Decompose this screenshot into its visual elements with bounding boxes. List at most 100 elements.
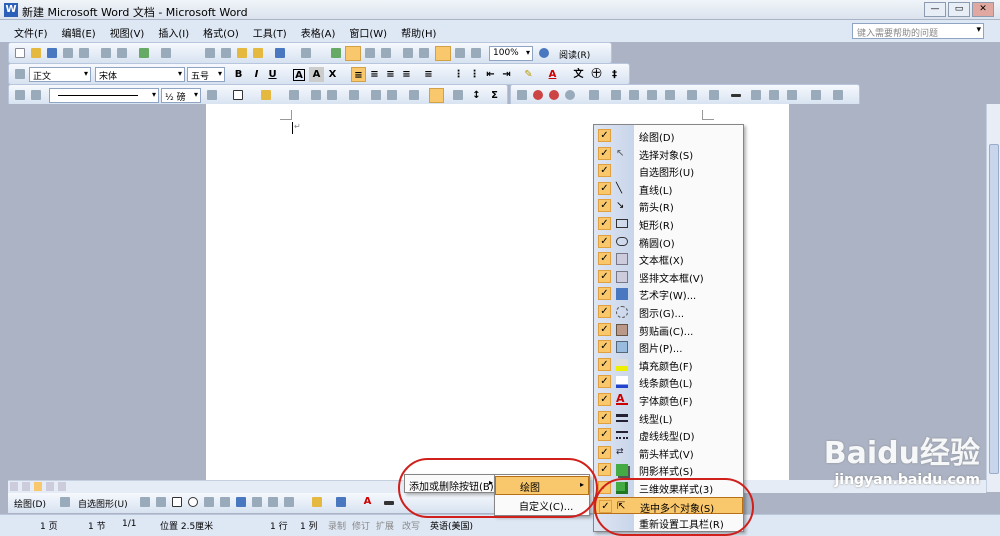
document-map-icon[interactable]: [455, 48, 465, 58]
crop-icon[interactable]: [611, 90, 621, 100]
line-style-select[interactable]: ▾: [49, 88, 159, 103]
menu-item-font-color[interactable]: ✓ A 字体颜色(F): [594, 391, 743, 409]
line-icon-tb[interactable]: [140, 497, 150, 507]
align-right-icon[interactable]: ≡: [383, 67, 398, 82]
zoom-select[interactable]: 100% ▾: [489, 46, 533, 61]
underline-icon[interactable]: U: [265, 67, 280, 82]
bold-icon[interactable]: B: [231, 67, 246, 82]
record-icon[interactable]: [533, 90, 543, 100]
web-view-icon[interactable]: [22, 482, 30, 491]
menu-help[interactable]: 帮助(H): [401, 25, 436, 40]
textbox-icon-tb[interactable]: [204, 497, 214, 507]
menu-window[interactable]: 窗口(W): [349, 25, 387, 40]
font-color-icon[interactable]: A: [545, 67, 560, 82]
status-ext[interactable]: 扩展: [376, 519, 394, 532]
menu-insert[interactable]: 插入(I): [158, 25, 189, 40]
font-size-select[interactable]: 五号 ▾: [187, 67, 225, 82]
word-app-icon[interactable]: W: [4, 3, 18, 17]
status-rec[interactable]: 录制: [328, 519, 346, 532]
menu-item-clipart[interactable]: ✓ 剪贴画(C)...: [594, 321, 743, 339]
contrast-icon[interactable]: [647, 90, 657, 100]
minimize-button[interactable]: —: [924, 2, 946, 17]
menu-item-rectangle[interactable]: ✓ 矩形(R): [594, 215, 743, 233]
tables-borders-icon[interactable]: [365, 48, 375, 58]
menu-item-vertical-textbox[interactable]: ✓ 竖排文本框(V): [594, 268, 743, 286]
split-cells-icon[interactable]: [327, 90, 337, 100]
wordart-icon-tb[interactable]: [236, 497, 246, 507]
new-document-icon[interactable]: [15, 48, 25, 58]
image-icon[interactable]: [589, 90, 599, 100]
picture-icon-tb[interactable]: [284, 497, 294, 507]
save-icon[interactable]: [47, 48, 57, 58]
menu-item-oval[interactable]: ✓ 椭圆(O): [594, 233, 743, 251]
read-button[interactable]: 阅读(R): [559, 48, 590, 61]
phonetic-icon[interactable]: 文: [571, 67, 586, 82]
rectangle-icon-tb[interactable]: [172, 497, 182, 507]
menu-item-shadow-style[interactable]: ✓ 阴影样式(S): [594, 461, 743, 479]
line-style-icon-tb[interactable]: [384, 501, 394, 505]
increase-indent-icon[interactable]: ⇥: [499, 67, 514, 82]
menu-item-line-color[interactable]: ✓ 线条颜色(L): [594, 373, 743, 391]
font-color-icon-tb[interactable]: A: [360, 494, 375, 509]
border-color-icon[interactable]: [207, 90, 217, 100]
font-select[interactable]: 宋体 ▾: [95, 67, 185, 82]
oval-icon-tb[interactable]: [188, 497, 198, 507]
vertical-textbox-icon-tb[interactable]: [220, 497, 230, 507]
diagram-icon-tb[interactable]: [252, 497, 262, 507]
status-ovr[interactable]: 改写: [402, 519, 420, 532]
draw-menu-button[interactable]: 绘图(D): [14, 497, 46, 510]
menu-item-line-style[interactable]: ✓ 线型(L): [594, 409, 743, 427]
distribute-cols-icon[interactable]: [387, 90, 397, 100]
status-trk[interactable]: 修订: [352, 519, 370, 532]
wrap-icon[interactable]: [787, 90, 797, 100]
autoformat-icon[interactable]: [409, 90, 419, 100]
text-wrap-icon[interactable]: [709, 90, 719, 100]
show-drawing-icon[interactable]: [435, 46, 451, 61]
menu-item-textbox[interactable]: ✓ 文本框(X): [594, 250, 743, 268]
scroll-thumb[interactable]: [989, 144, 999, 474]
columns-icon[interactable]: [419, 48, 429, 58]
text-direction-icon[interactable]: [453, 90, 463, 100]
draw-table-icon[interactable]: [15, 90, 25, 100]
chevron-down-icon[interactable]: ▾: [976, 25, 981, 35]
char-border-icon[interactable]: A: [293, 69, 305, 81]
line-color-icon-tb[interactable]: [336, 497, 346, 507]
spelling-icon[interactable]: [139, 48, 149, 58]
menu-item-select-objects[interactable]: ✓ ↖ 选择对象(S): [594, 145, 743, 163]
menu-item-dash-style[interactable]: ✓ 虚线线型(D): [594, 426, 743, 444]
menu-item-drawing[interactable]: ✓ 绘图(D): [594, 127, 743, 145]
align-icon[interactable]: [687, 90, 697, 100]
align-left-icon[interactable]: ≡: [351, 67, 366, 82]
color-icon[interactable]: [811, 90, 821, 100]
line-spacing-icon[interactable]: ≡: [421, 67, 436, 82]
rotate-icon[interactable]: [629, 90, 639, 100]
style-select[interactable]: 正文 ▾: [29, 67, 91, 82]
autosum-icon[interactable]: Σ: [487, 88, 502, 103]
print-preview-icon[interactable]: [117, 48, 127, 58]
menu-edit[interactable]: 编辑(E): [62, 25, 96, 40]
menu-item-picture[interactable]: ✓ 图片(P)...: [594, 338, 743, 356]
picture-insert-icon[interactable]: [517, 90, 527, 100]
normal-view-icon[interactable]: [10, 482, 18, 491]
reset-picture-icon[interactable]: [769, 90, 779, 100]
char-scale-icon[interactable]: X: [325, 67, 340, 82]
enclose-char-icon[interactable]: ㊉: [589, 67, 604, 82]
menu-format[interactable]: 格式(O): [203, 25, 239, 40]
permission-icon[interactable]: [63, 48, 73, 58]
print-view-icon[interactable]: [34, 482, 42, 491]
show-hide-icon[interactable]: [471, 48, 481, 58]
settings-icon[interactable]: [565, 90, 575, 100]
menu-item-arrow-style[interactable]: ✓ ⇄ 箭头样式(V): [594, 444, 743, 462]
highlight-icon[interactable]: ✎: [521, 67, 536, 82]
print-icon[interactable]: [101, 48, 111, 58]
fill-color-icon-tb[interactable]: [312, 497, 322, 507]
menu-view[interactable]: 视图(V): [110, 25, 145, 40]
compress-icon[interactable]: [751, 90, 761, 100]
cut-icon[interactable]: [205, 48, 215, 58]
align-center-icon[interactable]: ≡: [367, 67, 382, 82]
paragraph-icon[interactable]: ‡: [607, 67, 622, 82]
menu-table[interactable]: 表格(A): [301, 25, 336, 40]
italic-icon[interactable]: I: [249, 67, 264, 82]
close-button[interactable]: ✕: [972, 2, 994, 17]
paste-icon[interactable]: [237, 48, 247, 58]
